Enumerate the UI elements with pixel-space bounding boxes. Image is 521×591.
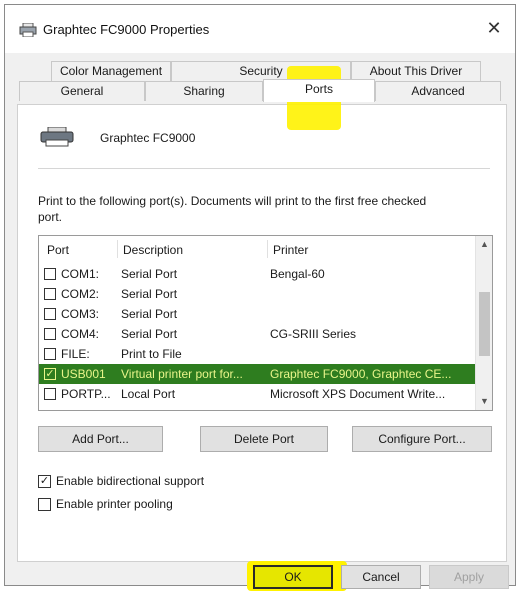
tab-general[interactable]: General xyxy=(19,81,145,101)
port-name: COM4: xyxy=(61,327,100,341)
port-printer: Bengal-60 xyxy=(270,267,325,281)
checkbox-label[interactable]: Enable bidirectional support xyxy=(56,474,204,488)
apply-button[interactable]: Apply xyxy=(429,565,509,589)
tab-color-management[interactable]: Color Management xyxy=(51,61,171,81)
port-list[interactable]: Port Description Printer COM1: Serial Po… xyxy=(38,235,493,411)
printer-name: Graphtec FC9000 xyxy=(100,131,196,145)
port-description: Virtual printer port for... xyxy=(121,367,243,381)
port-row-portp[interactable]: PORTP... Local Port Microsoft XPS Docume… xyxy=(39,384,475,404)
divider xyxy=(38,168,490,169)
port-name: COM2: xyxy=(61,287,100,301)
column-separator xyxy=(267,240,268,258)
port-instructions: Print to the following port(s). Document… xyxy=(38,194,427,224)
port-printer: Graphtec FC9000, Graphtec CE... xyxy=(270,367,452,381)
tab-strip: Color Management Security About This Dri… xyxy=(5,53,515,105)
cancel-button[interactable]: Cancel xyxy=(341,565,421,589)
scroll-thumb[interactable] xyxy=(479,292,490,356)
checkbox-label[interactable]: Enable printer pooling xyxy=(56,497,173,511)
port-description: Print to File xyxy=(121,347,182,361)
printer-icon xyxy=(40,127,74,147)
ok-button[interactable]: OK xyxy=(253,565,333,589)
title-bar: Graphtec FC9000 Properties ✕ xyxy=(5,5,515,53)
checkbox-box[interactable]: ✓ xyxy=(38,475,51,488)
tab-ports[interactable]: Ports xyxy=(263,79,375,102)
port-description: Serial Port xyxy=(121,267,178,281)
port-checkbox[interactable] xyxy=(44,348,56,360)
port-checkbox[interactable] xyxy=(44,288,56,300)
port-name: USB001 xyxy=(61,367,106,381)
properties-dialog: Graphtec FC9000 Properties ✕ Color Manag… xyxy=(4,4,516,591)
port-checkbox[interactable] xyxy=(44,388,56,400)
port-name: COM3: xyxy=(61,307,100,321)
port-row-com1[interactable]: COM1: Serial Port Bengal-60 xyxy=(39,264,475,284)
printer-icon xyxy=(19,23,37,37)
configure-port-button[interactable]: Configure Port... xyxy=(352,426,492,452)
add-port-button[interactable]: Add Port... xyxy=(38,426,163,452)
tab-sharing[interactable]: Sharing xyxy=(145,81,263,101)
port-description: Serial Port xyxy=(121,307,178,321)
port-description: Serial Port xyxy=(121,287,178,301)
scroll-up-arrow-icon[interactable]: ▲ xyxy=(476,236,492,253)
port-checkbox[interactable]: ✓ xyxy=(44,368,56,380)
port-name: FILE: xyxy=(61,347,90,361)
port-checkbox[interactable] xyxy=(44,328,56,340)
port-list-scrollbar[interactable]: ▲ ▼ xyxy=(475,236,492,410)
tab-advanced[interactable]: Advanced xyxy=(375,81,501,101)
port-name: COM1: xyxy=(61,267,100,281)
checkbox-box[interactable] xyxy=(38,498,51,511)
port-name: PORTP... xyxy=(61,387,111,401)
port-row-com3[interactable]: COM3: Serial Port xyxy=(39,304,475,324)
ports-panel: Graphtec FC9000 Print to the following p… xyxy=(17,104,507,562)
delete-port-button[interactable]: Delete Port xyxy=(200,426,328,452)
tab-about-this-driver[interactable]: About This Driver xyxy=(351,61,481,81)
port-checkbox[interactable] xyxy=(44,268,56,280)
column-separator xyxy=(117,240,118,258)
port-printer: CG-SRIII Series xyxy=(270,327,357,341)
port-description: Local Port xyxy=(121,387,176,401)
port-description: Serial Port xyxy=(121,327,178,341)
port-row-usb001[interactable]: ✓ USB001 Virtual printer port for... Gra… xyxy=(39,364,475,384)
scroll-down-arrow-icon[interactable]: ▼ xyxy=(476,393,492,410)
port-row-com2[interactable]: COM2: Serial Port xyxy=(39,284,475,304)
close-button[interactable]: ✕ xyxy=(481,17,507,41)
port-row-com4[interactable]: COM4: Serial Port CG-SRIII Series xyxy=(39,324,475,344)
port-checkbox[interactable] xyxy=(44,308,56,320)
window-title: Graphtec FC9000 Properties xyxy=(43,22,210,37)
column-header-description[interactable]: Description xyxy=(123,243,183,257)
column-header-port[interactable]: Port xyxy=(47,243,69,257)
port-printer: Microsoft XPS Document Write... xyxy=(270,387,446,401)
column-header-printer[interactable]: Printer xyxy=(273,243,308,257)
port-row-file[interactable]: FILE: Print to File xyxy=(39,344,475,364)
